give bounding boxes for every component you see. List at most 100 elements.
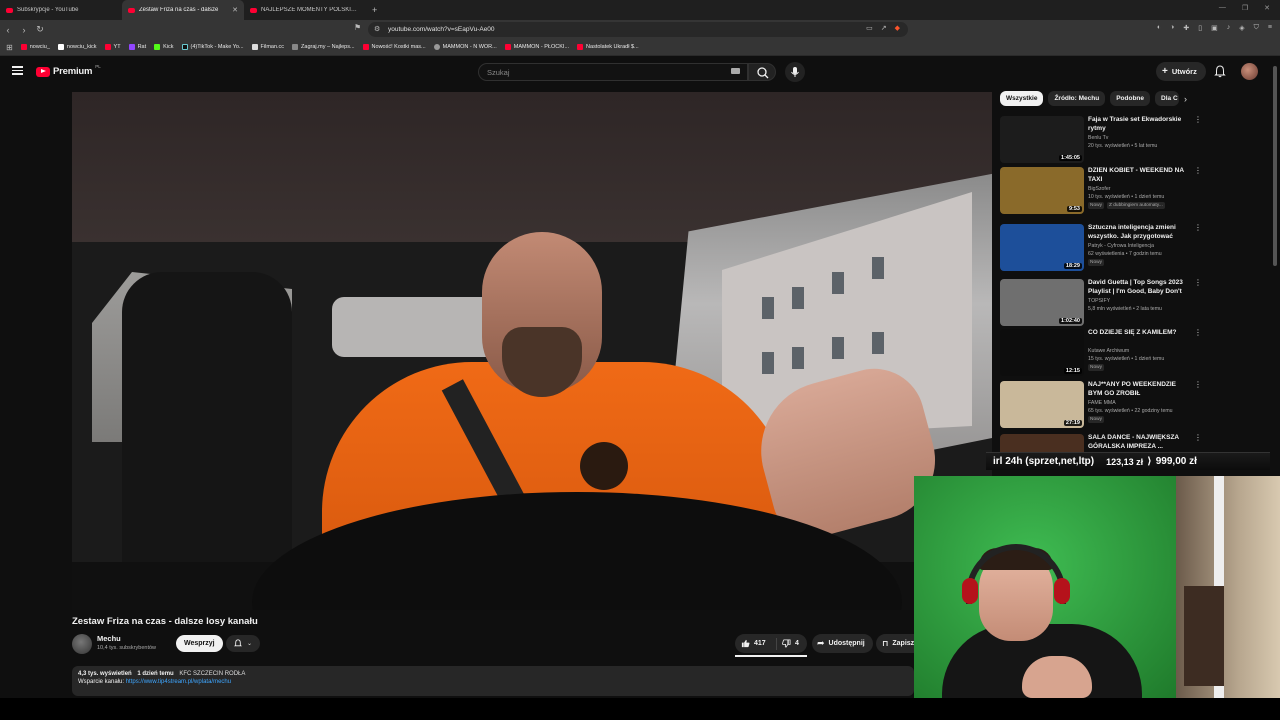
search-button[interactable] [748,63,776,81]
vpn-icon[interactable]: ◈ [1239,24,1244,32]
more-options-icon[interactable]: ⋮ [1194,329,1202,341]
url-bar[interactable]: ⚙ youtube.com/watch?v=sEapVu-Ae00 ▭ ↗ ◆ [368,22,908,37]
recommendation-channel[interactable]: BigSzofer [1088,186,1111,192]
more-options-icon[interactable]: ⋮ [1194,224,1202,236]
recommendation-title[interactable]: Faja w Trasie set Ekwadorskie rytmy [1088,116,1188,133]
bookmark-icon[interactable]: ⚑ [354,23,361,32]
chip-source-channel[interactable]: Źródło: Mechu [1048,91,1106,106]
bookmark-item[interactable]: Nowość! Kostki mas... [362,44,426,50]
menu-icon[interactable]: ≡ [1268,24,1272,32]
bookmark-item[interactable]: YT [104,44,121,50]
bookmark-item[interactable]: MAMMON - PŁOCKI... [504,44,569,50]
recommendation-item[interactable]: 18:29 Sztuczna inteligencja zmieni wszyst… [1000,224,1202,274]
description-box[interactable]: 4,3 tys. wyświetleń 1 dzień temu KFC SZC… [72,666,914,696]
recommendation-title[interactable]: DZIEŃ KOBIET - WEEKEND NA TAXI [1088,167,1188,184]
dislike-button[interactable]: 4 [777,639,799,648]
more-options-icon[interactable]: ⋮ [1194,279,1202,291]
recommendation-channel[interactable]: Kutawe Archiwum [1088,348,1129,354]
recommendation-item[interactable]: 27:19 NAJ**ANY PO WEEKENDZIE BYM GO ZROBI… [1000,381,1202,431]
chip-all[interactable]: Wszystkie [1000,91,1044,106]
music-icon[interactable]: ♪ [1227,24,1231,32]
extension-icon[interactable]: ◐ [1157,24,1161,32]
recommendation-title[interactable]: Sztuczna inteligencja zmieni wszystko. J… [1088,224,1188,241]
video-thumbnail[interactable]: 27:19 [1000,381,1084,428]
recommendation-channel[interactable]: FAME MMA [1088,400,1116,406]
more-options-icon[interactable]: ⋮ [1194,381,1202,393]
user-avatar[interactable] [1241,63,1258,80]
more-options-icon[interactable]: ⋮ [1194,434,1200,446]
more-options-icon[interactable]: ⋮ [1194,116,1202,128]
forward-icon[interactable]: › [16,25,32,35]
bookmark-item[interactable]: nowciu_kick [57,44,97,50]
reload-icon[interactable]: ↻ [32,24,48,35]
video-thumbnail[interactable]: 18:29 [1000,224,1084,271]
more-options-icon[interactable]: ⋮ [1194,167,1202,179]
recommendation-title[interactable]: David Guetta | Top Songs 2023 Playlist |… [1088,279,1188,296]
minimize-icon[interactable]: — [1219,4,1226,12]
recommendation-title[interactable]: CO DZIEJE SIĘ Z KAMILEM? [1088,329,1188,338]
youtube-logo[interactable]: Premium PL [36,64,101,77]
wallet-icon[interactable]: ▣ [1211,24,1218,32]
chevron-right-icon[interactable]: › [1184,94,1187,104]
recommendation-item[interactable]: 1:02:40 David Guetta | Top Songs 2023 Pla… [1000,279,1202,329]
video-thumbnail[interactable] [1000,434,1084,452]
recommendation-channel[interactable]: TOPSIFY [1088,298,1110,304]
apps-grid-icon[interactable]: ⊞ [6,43,13,52]
extension-icon[interactable]: ◑ [1170,24,1174,32]
bookmark-item[interactable]: Nastolatek Ukradł $... [577,44,639,50]
location-tag[interactable]: KFC SZCZECIN RODŁA [179,671,245,677]
share-page-icon[interactable]: ↗ [881,24,887,32]
streamer-hands [1022,656,1092,698]
sidebar-icon[interactable]: ▯ [1198,24,1202,32]
notifications-bell-icon[interactable] [1214,65,1226,78]
back-icon[interactable]: ‹ [0,25,16,35]
maximize-icon[interactable]: ❐ [1242,4,1248,12]
recommendation-item[interactable]: 1:45:05 Faja w Trasie set Ekwadorskie ryt… [1000,116,1202,166]
hamburger-menu-icon[interactable] [12,66,23,75]
browser-tab[interactable]: Subskrypcje - YouTube [0,0,122,20]
support-link[interactable]: https://www.tip4stream.pl/wplata/mechu [126,679,231,685]
keyboard-icon[interactable] [731,68,740,74]
share-button[interactable]: ➦ Udostępnij [812,634,873,653]
search-input[interactable]: Szukaj [478,63,748,81]
chip-similar[interactable]: Podobne [1110,91,1151,106]
bookmark-item[interactable]: Rat [128,44,146,50]
create-button[interactable]: + Utwórz [1156,62,1206,81]
scrollbar-thumb[interactable] [1273,66,1277,266]
recommendation-channel[interactable]: Benlu Tv [1088,135,1108,141]
close-tab-icon[interactable]: ✕ [232,6,238,14]
bookmark-item[interactable]: Zagraj.my – Najleps... [292,44,355,50]
subscription-bell-button[interactable]: ⌄ [226,635,260,652]
site-info-icon[interactable]: ⚙ [374,25,380,33]
new-tab-icon[interactable]: + [366,5,383,15]
recommendation-item[interactable]: 9:53 DZIEŃ KOBIET - WEEKEND NA TAXI BigSzo… [1000,167,1202,217]
recommendation-title[interactable]: NAJ**ANY PO WEEKENDZIE BYM GO ZROBIŁ [1088,381,1188,398]
recommendation-channel[interactable]: Patryk - Cyfrowa Inteligencja [1088,243,1154,249]
channel-avatar[interactable] [72,634,92,654]
cast-icon[interactable]: ▭ [866,24,873,32]
video-thumbnail[interactable]: 12:15 [1000,329,1084,376]
support-button[interactable]: Wesprzyj [176,635,223,652]
chip-for-you[interactable]: Dla C [1155,91,1180,106]
brave-shield-icon[interactable]: ◆ [895,24,900,32]
recommendation-item[interactable]: 12:15 CO DZIEJE SIĘ Z KAMILEM? Kutawe Arch… [1000,329,1202,379]
channel-name[interactable]: Mechu [97,634,121,643]
video-player[interactable] [72,92,992,610]
bookmark-item[interactable]: (4)TikTok - Make Yo... [181,44,244,50]
video-thumbnail[interactable]: 1:02:40 [1000,279,1084,326]
shield-icon[interactable]: ⛉ [1254,24,1259,32]
browser-tab[interactable]: NAJLEPSZE MOMENTY POLSKIEGO [244,0,366,20]
browser-tab-active[interactable]: Zestaw Friza na czas - dalsze ✕ [122,0,244,20]
video-thumbnail[interactable]: 9:53 [1000,167,1084,214]
bookmark-item[interactable]: nowciu_ [20,44,50,50]
close-window-icon[interactable]: ✕ [1264,4,1270,12]
voice-search-button[interactable] [785,62,805,82]
video-thumbnail[interactable]: 1:45:05 [1000,116,1084,163]
bookmark-item[interactable]: Filman.cc [251,44,284,50]
recommendation-title[interactable]: SALA DANCE - NAJWIĘKSZA GÓRALSKA IMPREZA… [1088,434,1188,451]
like-button[interactable]: 417 [735,637,777,650]
puzzle-icon[interactable]: ✚ [1183,24,1189,32]
bookmark-item[interactable]: MAMMON - N WOR... [433,44,497,50]
recommendation-item[interactable]: SALA DANCE - NAJWIĘKSZA GÓRALSKA IMPREZA… [1000,434,1200,452]
bookmark-item[interactable]: Kick [154,44,174,50]
